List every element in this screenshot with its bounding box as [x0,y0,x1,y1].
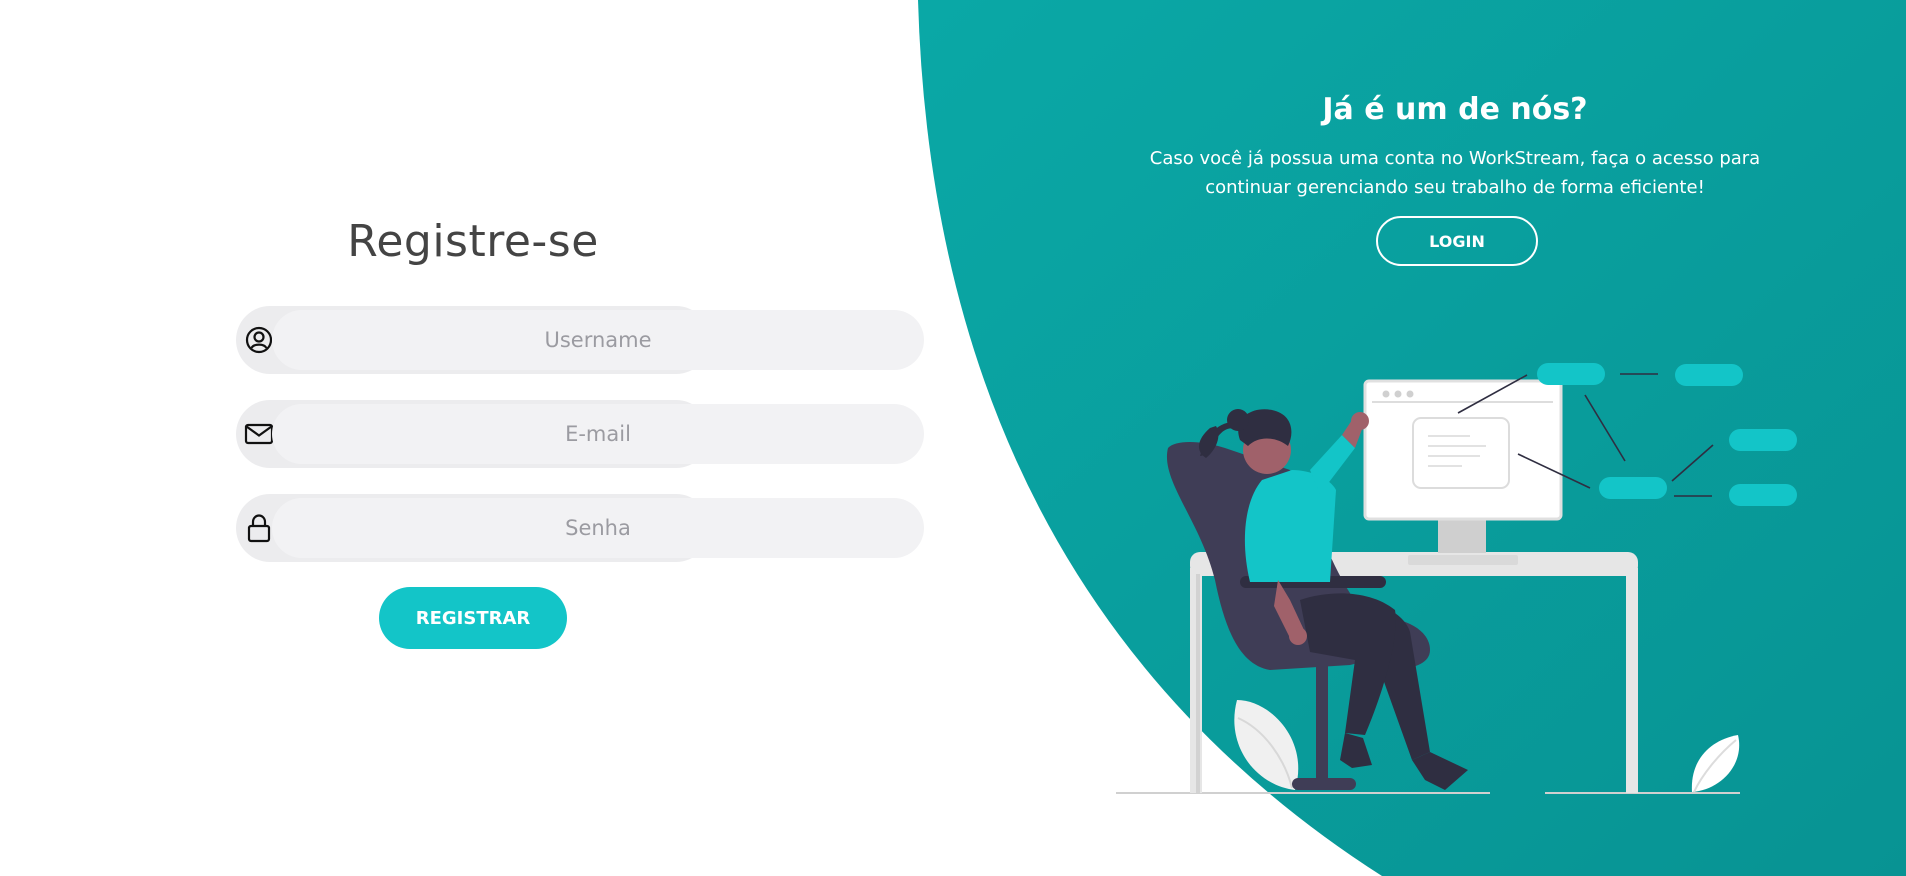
username-field-wrapper [236,306,924,374]
email-input[interactable] [272,404,924,464]
username-input[interactable] [272,310,924,370]
panel-title: Já é um de nós? [1322,92,1588,127]
user-circle-icon [244,325,274,355]
envelope-icon [244,419,274,449]
panel-description: Caso você já possua uma conta no WorkStr… [1149,148,1761,198]
lock-icon [244,513,274,543]
register-button[interactable]: REGISTRAR [379,587,567,649]
login-button[interactable]: LOGIN [1376,216,1538,266]
password-input[interactable] [272,498,924,558]
email-field-wrapper [236,400,924,468]
register-title: Registre-se [347,216,599,267]
password-field-wrapper [236,494,924,562]
